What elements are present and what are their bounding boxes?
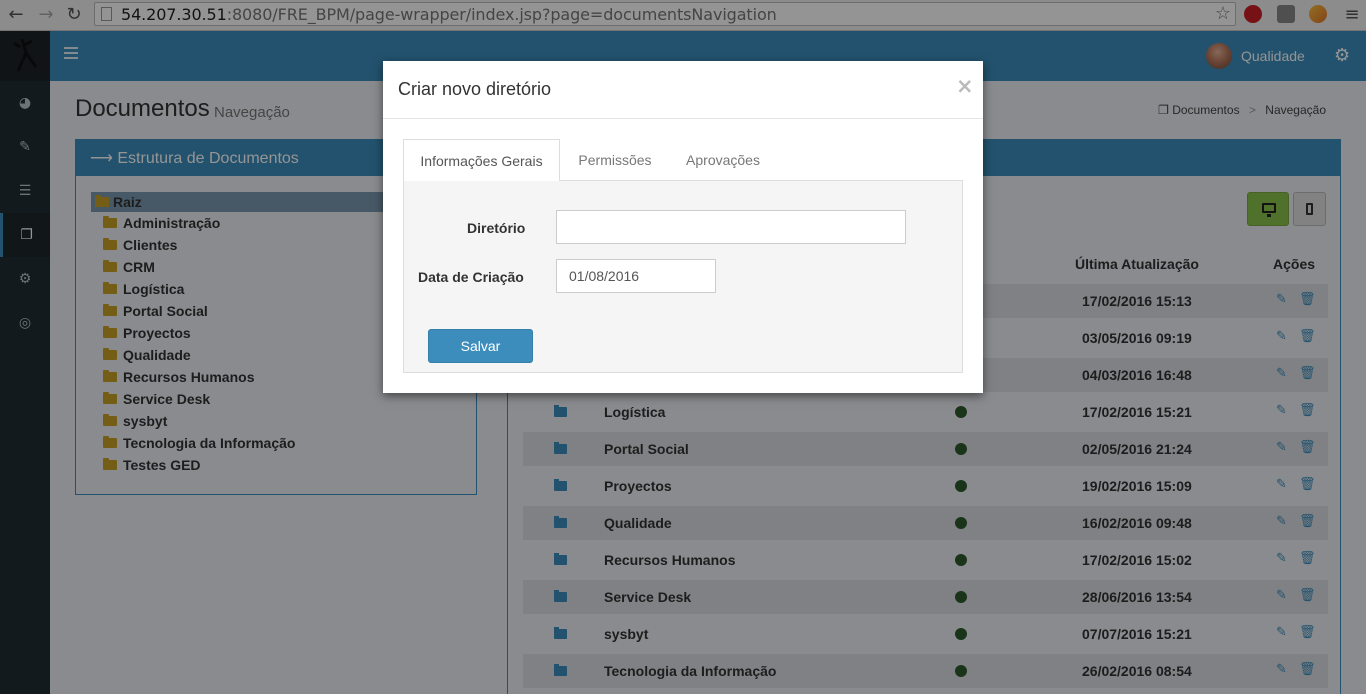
tab-approvals[interactable]: Aprovações <box>670 139 776 181</box>
general-info-pane: Diretório Data de Criação Salvar <box>403 181 963 373</box>
creation-date-label: Data de Criação <box>418 269 524 285</box>
close-icon[interactable]: × <box>956 74 974 98</box>
modal-header: Criar novo diretório × <box>383 61 983 119</box>
directory-label: Diretório <box>467 220 526 236</box>
modal-title: Criar novo diretório <box>398 79 552 99</box>
tab-general-info[interactable]: Informações Gerais <box>403 139 560 182</box>
create-directory-modal: Criar novo diretório × Informações Gerai… <box>383 61 983 393</box>
directory-input[interactable] <box>556 210 906 244</box>
creation-date-input[interactable] <box>556 259 716 293</box>
save-button[interactable]: Salvar <box>428 329 533 363</box>
modal-tabs: Informações Gerais Permissões Aprovações <box>403 139 963 182</box>
tab-permissions[interactable]: Permissões <box>563 139 667 181</box>
